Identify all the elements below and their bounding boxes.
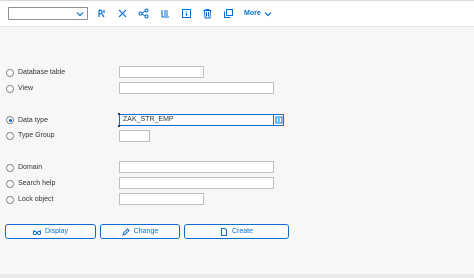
database-table-field[interactable]	[119, 66, 204, 78]
new-document-icon	[220, 227, 227, 236]
radio-type-group[interactable]	[6, 132, 14, 140]
bottom-border	[0, 274, 474, 278]
label-type-group: Type Group	[18, 132, 55, 139]
label-database-table: Database table	[18, 69, 66, 76]
label-view: View	[18, 85, 34, 92]
more-menu-button[interactable]: More	[244, 8, 272, 20]
radio-data-type[interactable]	[6, 116, 14, 124]
view-field[interactable]	[119, 82, 274, 94]
type-group-field[interactable]	[119, 130, 150, 142]
object-select[interactable]	[8, 7, 88, 20]
lock-object-field[interactable]	[119, 193, 204, 205]
value-help-icon	[275, 116, 283, 124]
label-data-type: Data type	[18, 117, 48, 124]
chevron-down-icon	[264, 12, 272, 17]
delete-icon[interactable]	[202, 8, 213, 19]
more-label: More	[244, 10, 261, 17]
display-button[interactable]: Display	[5, 224, 96, 239]
display-list-icon[interactable]	[160, 8, 171, 19]
label-domain: Domain	[18, 164, 43, 171]
label-lock-object: Lock object	[18, 196, 54, 203]
glasses-icon	[33, 229, 42, 235]
search-help-field[interactable]	[119, 177, 274, 189]
value-help-button[interactable]	[273, 114, 284, 126]
display-label: Display	[45, 228, 68, 235]
data-type-field[interactable]: ZAK_STR_EMP	[118, 113, 274, 127]
radio-domain[interactable]	[6, 164, 14, 172]
radio-database-table[interactable]	[6, 69, 14, 77]
toolbar: More	[0, 1, 474, 27]
where-used-icon[interactable]	[117, 8, 128, 19]
chevron-down-icon	[76, 12, 84, 17]
copy-icon[interactable]	[223, 8, 234, 19]
radio-view[interactable]	[6, 85, 14, 93]
radio-lock-object[interactable]	[6, 196, 14, 204]
other-object-icon[interactable]	[96, 8, 107, 19]
create-label: Create	[231, 228, 253, 235]
change-label: Change	[133, 228, 159, 235]
hierarchy-icon[interactable]	[138, 8, 149, 19]
label-search-help: Search help	[18, 180, 56, 187]
radio-search-help[interactable]	[6, 180, 14, 188]
domain-field[interactable]	[119, 161, 274, 173]
change-button[interactable]: Change	[100, 224, 180, 239]
pencil-icon	[122, 227, 130, 236]
create-button[interactable]: Create	[184, 224, 289, 239]
info-icon[interactable]	[181, 8, 192, 19]
